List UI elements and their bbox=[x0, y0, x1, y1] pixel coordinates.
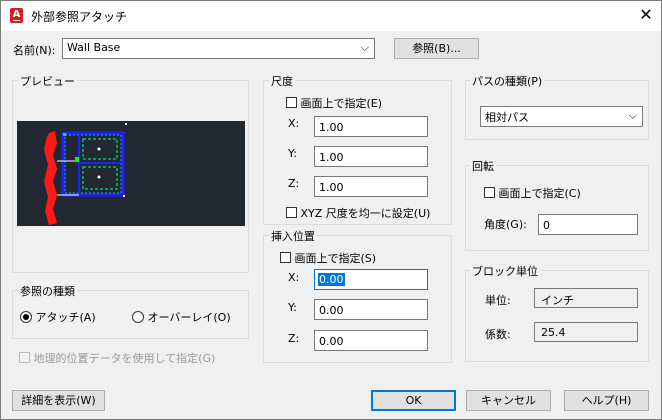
autocad-app-icon: A bbox=[10, 8, 23, 23]
block-unit-label: ブロック単位 bbox=[470, 263, 540, 279]
insertion-onscreen-label: 画面上で指定(S) bbox=[294, 252, 377, 265]
insertion-onscreen-checkbox[interactable] bbox=[280, 252, 291, 263]
insertion-x-label: X: bbox=[288, 271, 300, 284]
attach-radio[interactable] bbox=[20, 311, 32, 323]
unit-label: 単位: bbox=[485, 294, 511, 307]
overlay-radio-option[interactable]: オーバーレイ(O) bbox=[132, 309, 231, 325]
insertion-onscreen-option[interactable]: 画面上で指定(S) bbox=[280, 250, 376, 266]
overlay-radio[interactable] bbox=[132, 311, 144, 323]
factor-field: 25.4 bbox=[534, 322, 638, 342]
insertion-z-label: Z: bbox=[288, 332, 300, 345]
cancel-button[interactable]: キャンセル bbox=[466, 390, 551, 411]
dialog-title: 外部参照アタッチ bbox=[31, 10, 128, 24]
drawing-preview bbox=[44, 123, 127, 225]
scale-x-label: X: bbox=[288, 117, 300, 130]
path-type-label: パスの種類(P) bbox=[470, 73, 545, 89]
scale-onscreen-label: 画面上で指定(E) bbox=[300, 97, 383, 110]
name-value: Wall Base bbox=[67, 41, 121, 54]
path-type-value: 相対パス bbox=[485, 111, 529, 124]
insertion-y-input[interactable]: 0.00 bbox=[314, 299, 428, 320]
ok-button[interactable]: OK bbox=[371, 390, 456, 411]
unit-field: インチ bbox=[534, 288, 638, 308]
name-label: 名前(N): bbox=[13, 44, 56, 57]
name-dropdown[interactable]: Wall Base ⌵ bbox=[62, 38, 375, 59]
help-button[interactable]: ヘルプ(H) bbox=[564, 390, 649, 411]
insertion-z-value: 0.00 bbox=[319, 335, 344, 348]
angle-value: 0 bbox=[543, 219, 550, 232]
scale-onscreen-checkbox[interactable] bbox=[286, 97, 297, 108]
uniform-scale-option[interactable]: XYZ 尺度を均一に設定(U) bbox=[286, 205, 430, 221]
angle-label: 角度(G): bbox=[484, 218, 527, 231]
scale-y-label: Y: bbox=[288, 147, 297, 160]
geo-option[interactable]: 地理的位置データを使用して指定(G) bbox=[19, 350, 215, 366]
insertion-x-input[interactable]: 0.00 bbox=[314, 269, 428, 290]
angle-input[interactable]: 0 bbox=[538, 214, 638, 235]
rotation-onscreen-label: 画面上で指定(C) bbox=[498, 187, 581, 200]
scale-z-value: 1.00 bbox=[319, 181, 344, 194]
attach-radio-option[interactable]: アタッチ(A) bbox=[20, 309, 96, 325]
scale-onscreen-option[interactable]: 画面上で指定(E) bbox=[286, 95, 382, 111]
scale-z-input[interactable]: 1.00 bbox=[314, 176, 428, 197]
factor-label: 係数: bbox=[485, 328, 511, 341]
ref-type-label: 参照の種類 bbox=[18, 283, 77, 299]
show-details-button[interactable]: 詳細を表示(W) bbox=[12, 390, 105, 411]
unit-value: インチ bbox=[541, 294, 574, 307]
preview-label: プレビュー bbox=[18, 73, 77, 89]
geo-label: 地理的位置データを使用して指定(G) bbox=[33, 352, 216, 365]
scale-z-label: Z: bbox=[288, 177, 300, 190]
uniform-scale-checkbox[interactable] bbox=[286, 207, 297, 218]
path-type-dropdown[interactable]: 相対パス ⌵ bbox=[480, 106, 643, 127]
rotation-onscreen-checkbox[interactable] bbox=[484, 187, 495, 198]
rotation-group bbox=[465, 165, 649, 251]
close-icon[interactable]: ✕ bbox=[635, 4, 657, 26]
scale-x-input[interactable]: 1.00 bbox=[314, 116, 428, 137]
attach-radio-label: アタッチ(A) bbox=[35, 311, 96, 324]
attach-xref-dialog: A 外部参照アタッチ ✕ 名前(N): Wall Base ⌵ 参照(B)...… bbox=[0, 0, 662, 420]
block-unit-group bbox=[465, 270, 649, 362]
chevron-down-icon: ⌵ bbox=[360, 41, 369, 54]
insertion-y-value: 0.00 bbox=[319, 304, 344, 317]
insertion-y-label: Y: bbox=[288, 301, 297, 314]
uniform-scale-label: XYZ 尺度を均一に設定(U) bbox=[300, 207, 431, 220]
scale-y-input[interactable]: 1.00 bbox=[314, 146, 428, 167]
scale-label: 尺度 bbox=[269, 73, 295, 89]
rotation-onscreen-option[interactable]: 画面上で指定(C) bbox=[484, 185, 581, 201]
browse-button[interactable]: 参照(B)... bbox=[394, 38, 479, 59]
rotation-label: 回転 bbox=[470, 158, 496, 174]
geo-checkbox[interactable] bbox=[19, 352, 30, 363]
chevron-down-icon: ⌵ bbox=[628, 109, 637, 122]
insertion-z-input[interactable]: 0.00 bbox=[314, 330, 428, 351]
scale-x-value: 1.00 bbox=[319, 121, 344, 134]
scale-y-value: 1.00 bbox=[319, 151, 344, 164]
insertion-label: 挿入位置 bbox=[269, 228, 317, 244]
preview-image bbox=[17, 121, 245, 226]
factor-value: 25.4 bbox=[541, 326, 566, 339]
overlay-radio-label: オーバーレイ(O) bbox=[147, 311, 231, 324]
insertion-x-value: 0.00 bbox=[318, 273, 345, 286]
